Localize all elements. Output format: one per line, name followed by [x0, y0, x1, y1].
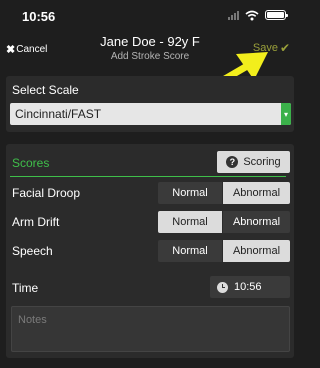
divider	[10, 176, 286, 177]
speech-normal-option[interactable]: Normal	[158, 240, 222, 262]
time-value: 10:56	[234, 281, 262, 293]
scores-panel: Scores ? Scoring Facial Droop Normal Abn…	[6, 144, 294, 358]
time-label: Time	[12, 281, 39, 295]
time-picker-button[interactable]: 10:56	[210, 276, 290, 298]
checkmark-icon: ✔	[279, 41, 290, 55]
arm-drift-abnormal-option[interactable]: Abnormal	[223, 211, 290, 233]
scale-panel: Select Scale Cincinnati/FAST ▾	[6, 76, 294, 132]
status-bar: 10:56	[0, 0, 300, 30]
speech-abnormal-option[interactable]: Abnormal	[223, 240, 290, 262]
clock-icon	[217, 281, 228, 293]
scores-heading: Scores	[12, 156, 50, 170]
scoring-button[interactable]: ? Scoring	[217, 151, 290, 173]
scale-dropdown[interactable]: Cincinnati/FAST ▾	[10, 103, 291, 125]
facial-droop-normal-option[interactable]: Normal	[158, 182, 222, 204]
battery-icon	[265, 10, 288, 20]
facial-droop-label: Facial Droop	[12, 186, 81, 200]
status-icons	[228, 9, 288, 21]
cellular-signal-icon	[228, 10, 239, 20]
speech-label: Speech	[12, 244, 53, 258]
select-scale-label: Select Scale	[12, 83, 79, 97]
scoring-label: Scoring	[243, 156, 281, 168]
arm-drift-normal-option[interactable]: Normal	[158, 211, 222, 233]
scale-selected-value: Cincinnati/FAST	[15, 107, 102, 121]
wifi-icon	[245, 10, 259, 20]
arm-drift-label: Arm Drift	[12, 215, 60, 229]
question-icon: ?	[226, 156, 239, 168]
notes-field[interactable]	[11, 306, 290, 352]
status-time: 10:56	[22, 9, 56, 24]
chevron-down-icon: ▾	[281, 103, 291, 125]
facial-droop-abnormal-option[interactable]: Abnormal	[223, 182, 290, 204]
